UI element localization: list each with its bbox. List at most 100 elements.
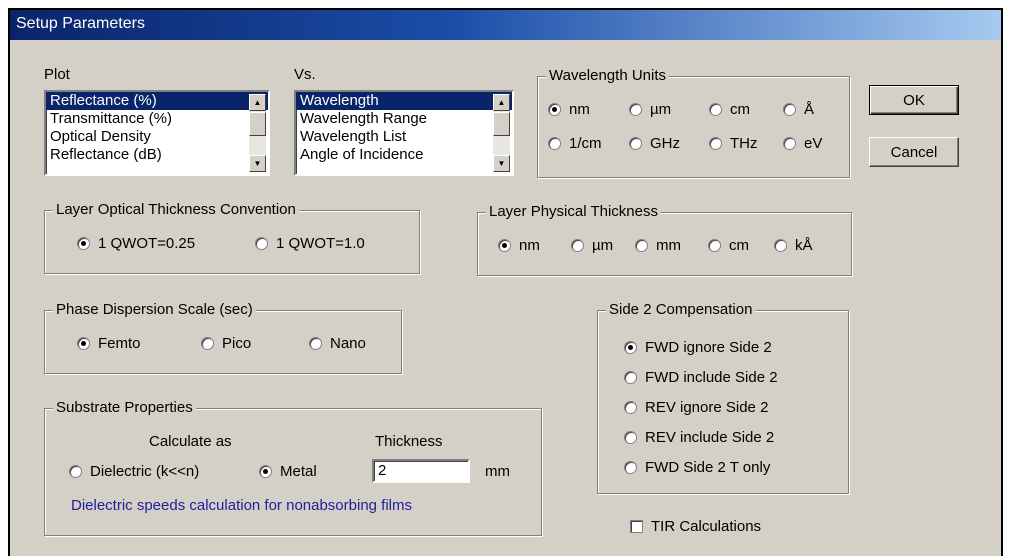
- radio-wl-thz[interactable]: THz: [709, 135, 758, 152]
- radio-icon: [624, 431, 637, 444]
- radio-wl-ghz[interactable]: GHz: [629, 135, 680, 152]
- side2-compensation-label: Side 2 Compensation: [606, 301, 756, 318]
- scroll-up-icon[interactable]: ▲: [493, 94, 510, 111]
- radio-selected-icon: [77, 237, 90, 250]
- substrate-properties-label: Substrate Properties: [53, 399, 196, 416]
- title-bar[interactable]: Setup Parameters: [10, 10, 1001, 40]
- radio-wl-inverse-cm[interactable]: 1/cm: [548, 135, 602, 152]
- vs-listbox[interactable]: Wavelength Wavelength Range Wavelength L…: [294, 90, 514, 176]
- thickness-input[interactable]: 2: [372, 459, 470, 483]
- plot-listbox[interactable]: Reflectance (%) Transmittance (%) Optica…: [44, 90, 270, 176]
- radio-selected-icon: [624, 341, 637, 354]
- scroll-thumb[interactable]: [249, 112, 266, 136]
- radio-femto[interactable]: Femto: [77, 335, 141, 352]
- cancel-button[interactable]: Cancel: [869, 137, 959, 167]
- radio-icon: [629, 103, 642, 116]
- radio-wl-angstrom[interactable]: Å: [783, 101, 814, 118]
- plot-item[interactable]: Optical Density: [46, 128, 268, 146]
- radio-label: REV ignore Side 2: [645, 399, 769, 416]
- plot-item[interactable]: Reflectance (%): [46, 92, 268, 110]
- radio-label: FWD ignore Side 2: [645, 339, 772, 356]
- optical-thickness-group: Layer Optical Thickness Convention 1 QWO…: [44, 201, 420, 274]
- radio-pico[interactable]: Pico: [201, 335, 251, 352]
- radio-label: 1 QWOT=1.0: [276, 235, 365, 252]
- radio-wl-um[interactable]: µm: [629, 101, 671, 118]
- radio-fwd-side2-t-only[interactable]: FWD Side 2 T only: [624, 459, 770, 476]
- vs-label: Vs.: [294, 66, 316, 83]
- physical-thickness-label: Layer Physical Thickness: [486, 203, 661, 220]
- radio-label: nm: [519, 237, 540, 254]
- radio-selected-icon: [259, 465, 272, 478]
- tir-calculations-label: TIR Calculations: [651, 518, 762, 535]
- radio-fwd-ignore-side2[interactable]: FWD ignore Side 2: [624, 339, 772, 356]
- radio-label: THz: [730, 135, 758, 152]
- radio-label: mm: [656, 237, 681, 254]
- substrate-properties-group: Substrate Properties Calculate as Thickn…: [44, 399, 542, 536]
- physical-thickness-group: Layer Physical Thickness nm µm mm cm kÅ: [477, 203, 852, 276]
- wavelength-units-group: Wavelength Units nm µm cm Å 1/cm GHz THz…: [537, 67, 850, 178]
- plot-item[interactable]: Transmittance (%): [46, 110, 268, 128]
- radio-label: µm: [592, 237, 614, 254]
- radio-icon: [709, 137, 722, 150]
- radio-icon: [624, 461, 637, 474]
- radio-icon: [783, 103, 796, 116]
- radio-fwd-include-side2[interactable]: FWD include Side 2: [624, 369, 778, 386]
- radio-icon: [69, 465, 82, 478]
- vs-item[interactable]: Wavelength: [296, 92, 512, 110]
- wavelength-units-label: Wavelength Units: [546, 67, 669, 84]
- radio-metal[interactable]: Metal: [259, 463, 317, 480]
- radio-icon: [708, 239, 721, 252]
- radio-label: Nano: [330, 335, 366, 352]
- radio-icon: [571, 239, 584, 252]
- radio-nano[interactable]: Nano: [309, 335, 366, 352]
- radio-wl-cm[interactable]: cm: [709, 101, 750, 118]
- radio-pt-cm[interactable]: cm: [708, 237, 749, 254]
- plot-scrollbar[interactable]: ▲ ▼: [249, 94, 266, 172]
- radio-wl-nm[interactable]: nm: [548, 101, 590, 118]
- scroll-thumb[interactable]: [493, 112, 510, 136]
- radio-label: FWD Side 2 T only: [645, 459, 771, 476]
- radio-label: Femto: [98, 335, 141, 352]
- substrate-note: Dielectric speeds calculation for nonabs…: [71, 497, 413, 514]
- plot-item[interactable]: Reflectance (dB): [46, 146, 268, 164]
- tir-calculations-checkbox[interactable]: TIR Calculations: [630, 518, 761, 535]
- optical-thickness-label: Layer Optical Thickness Convention: [53, 201, 299, 218]
- radio-label: nm: [569, 101, 590, 118]
- radio-rev-ignore-side2[interactable]: REV ignore Side 2: [624, 399, 768, 416]
- radio-wl-ev[interactable]: eV: [783, 135, 822, 152]
- radio-label: kÅ: [795, 237, 813, 254]
- thickness-unit: mm: [485, 463, 510, 480]
- radio-icon: [548, 137, 561, 150]
- radio-pt-nm[interactable]: nm: [498, 237, 540, 254]
- radio-qwot-025[interactable]: 1 QWOT=0.25: [77, 235, 195, 252]
- vs-item[interactable]: Angle of Incidence: [296, 146, 512, 164]
- scroll-down-icon[interactable]: ▼: [493, 155, 510, 172]
- radio-label: 1 QWOT=0.25: [98, 235, 196, 252]
- radio-label: Dielectric (k<<n): [90, 463, 200, 480]
- ok-button[interactable]: OK: [869, 85, 959, 115]
- radio-pt-mm[interactable]: mm: [635, 237, 681, 254]
- vs-scrollbar[interactable]: ▲ ▼: [493, 94, 510, 172]
- radio-icon: [629, 137, 642, 150]
- radio-rev-include-side2[interactable]: REV include Side 2: [624, 429, 774, 446]
- scroll-down-icon[interactable]: ▼: [249, 155, 266, 172]
- plot-label: Plot: [44, 66, 70, 83]
- vs-item[interactable]: Wavelength Range: [296, 110, 512, 128]
- radio-qwot-10[interactable]: 1 QWOT=1.0: [255, 235, 365, 252]
- radio-icon: [709, 103, 722, 116]
- radio-label: FWD include Side 2: [645, 369, 778, 386]
- radio-dielectric[interactable]: Dielectric (k<<n): [69, 463, 199, 480]
- vs-item[interactable]: Wavelength List: [296, 128, 512, 146]
- calculate-as-label: Calculate as: [149, 433, 232, 450]
- radio-label: GHz: [650, 135, 680, 152]
- scroll-up-icon[interactable]: ▲: [249, 94, 266, 111]
- radio-pt-kangstrom[interactable]: kÅ: [774, 237, 813, 254]
- thickness-label: Thickness: [375, 433, 443, 450]
- radio-pt-um[interactable]: µm: [571, 237, 613, 254]
- radio-icon: [624, 401, 637, 414]
- radio-label: eV: [804, 135, 823, 152]
- radio-label: cm: [730, 101, 750, 118]
- radio-label: µm: [650, 101, 672, 118]
- radio-selected-icon: [77, 337, 90, 350]
- radio-label: Metal: [280, 463, 317, 480]
